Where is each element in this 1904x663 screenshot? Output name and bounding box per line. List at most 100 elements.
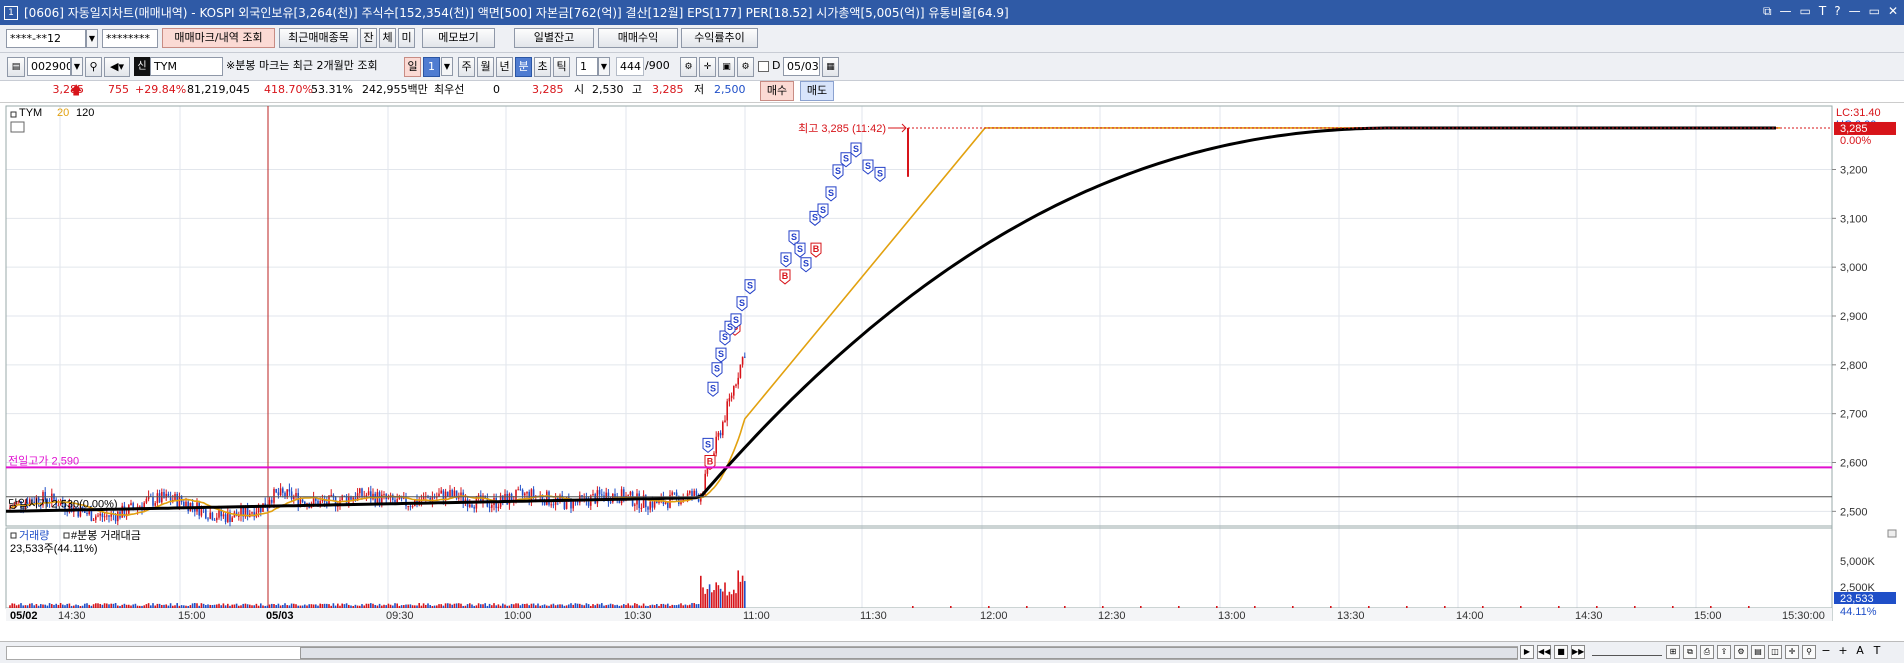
gear-icon[interactable]: ⚙ (737, 57, 754, 77)
candle (675, 492, 678, 496)
tab-unfilled[interactable]: 미 (398, 28, 415, 48)
stock-code-field[interactable]: 002900 (27, 57, 71, 76)
time-axis-label: 13:00 (1218, 610, 1246, 621)
price-chart[interactable]: TYM 20 120 BSSSSBSSSSSBSSSBSSSSSSSSS 전일고… (0, 104, 1904, 621)
volume-bar (79, 605, 82, 608)
export-icon[interactable]: ⇪ (1717, 645, 1731, 659)
print-icon[interactable]: ⎙ (1700, 645, 1714, 659)
stock-code-dropdown-icon[interactable]: ▼ (71, 57, 83, 76)
volume-bar (535, 605, 537, 608)
crosshair-icon[interactable]: ✛ (699, 57, 716, 77)
search-icon[interactable]: ⚲ (85, 57, 102, 77)
close-icon[interactable]: ✕ (1888, 4, 1898, 19)
volume-bar (216, 604, 218, 608)
minimize-icon[interactable]: — (1849, 4, 1861, 19)
crosshair-toggle-icon[interactable]: ✛ (1785, 645, 1799, 659)
period-count-dropdown-icon[interactable]: ▼ (441, 57, 453, 76)
stock-name-field[interactable]: TYM (150, 57, 223, 76)
date-field[interactable]: 05/03 (783, 57, 820, 76)
chart-settings-icon[interactable]: ⚙ (680, 57, 697, 77)
search-chart-icon[interactable]: ⚲ (1802, 645, 1816, 659)
window-icon[interactable]: ◫ (1768, 645, 1782, 659)
zoom-out-button[interactable]: − (1819, 645, 1833, 659)
volume-bar (317, 605, 319, 608)
restore-small-icon[interactable]: ⧉ (1763, 4, 1772, 19)
daily-balance-button[interactable]: 일별잔고 (514, 28, 594, 48)
candle (266, 507, 269, 509)
interval-field[interactable]: 1 (576, 57, 598, 76)
volume-bar (598, 604, 601, 608)
calendar-icon[interactable]: ▦ (822, 57, 839, 77)
minimize-small-icon[interactable]: — (1780, 4, 1792, 19)
chart-copy-icon[interactable]: ⧉ (1683, 645, 1697, 659)
period-year-button[interactable]: 년 (496, 57, 513, 77)
zoom-slider[interactable] (1592, 648, 1662, 656)
period-week-button[interactable]: 주 (458, 57, 475, 77)
view-trade-marks-button[interactable]: 매매마크/내역 조회 (162, 28, 275, 48)
volume-bar (411, 605, 414, 608)
period-month-button[interactable]: 월 (477, 57, 494, 77)
period-second-button[interactable]: 초 (534, 57, 551, 77)
account-toolbar: ****-**12 ▼ ******** 매매마크/내역 조회 최근매매종목 잔… (0, 25, 1904, 53)
candle (733, 385, 735, 396)
volume-bar (592, 604, 594, 608)
layout-icon[interactable]: ▤ (7, 57, 25, 77)
zoom-fit-icon[interactable]: ⊞ (1666, 645, 1680, 659)
recent-trades-button[interactable]: 최근매매종목 (279, 28, 358, 48)
volume-pane-collapse-icon[interactable] (1887, 529, 1897, 538)
password-field[interactable]: ******** (102, 29, 158, 48)
return-trend-button[interactable]: 수익률추이 (681, 28, 758, 48)
zoom-in-button[interactable]: + (1836, 645, 1850, 659)
turnover: 53.31% (311, 83, 353, 96)
volume-bar (249, 604, 251, 608)
volume-bar (645, 605, 647, 608)
help-icon[interactable]: ? (1834, 4, 1840, 19)
volume-readout: 23,533주(44.11%) (10, 543, 98, 555)
maximize-icon[interactable]: ▭ (1869, 4, 1880, 19)
candle (101, 513, 104, 517)
candle (88, 510, 90, 515)
d-checkbox[interactable] (758, 61, 769, 72)
candle (521, 489, 524, 496)
settings-icon[interactable]: ⚙ (1734, 645, 1748, 659)
data-count-field[interactable]: 444 (616, 57, 644, 76)
volume-bar (337, 603, 339, 608)
volume-bar (279, 605, 282, 608)
candle (587, 500, 590, 506)
sell-button[interactable]: 매도 (800, 81, 834, 101)
layout-toggle-icon[interactable]: ▤ (1751, 645, 1765, 659)
account-number-select[interactable]: ****-**12 (6, 29, 86, 48)
volume-bar (227, 603, 229, 608)
trade-profit-button[interactable]: 매매수익 (598, 28, 678, 48)
volume-bar (242, 603, 244, 608)
chart-table-icon[interactable] (10, 121, 25, 133)
candle (158, 493, 161, 503)
tab-balance[interactable]: 잔 (360, 28, 377, 48)
account-dropdown-icon[interactable]: ▼ (86, 29, 98, 48)
tab-fill[interactable]: 체 (379, 28, 396, 48)
candle (409, 506, 412, 508)
period-tick-button[interactable]: 틱 (553, 57, 570, 77)
period-minute-button[interactable]: 분 (515, 57, 532, 77)
save-icon[interactable]: ▣ (718, 57, 735, 77)
speaker-icon[interactable]: ◀▾ (104, 57, 130, 77)
scroll-right-icon[interactable]: ▶ (1520, 645, 1534, 659)
volume-bar (563, 605, 566, 608)
volume-bar (396, 603, 398, 608)
period-day-button[interactable]: 일 (404, 57, 421, 77)
volume-bar (561, 604, 563, 608)
stop-icon[interactable]: ■ (1554, 645, 1568, 659)
font-icon[interactable]: T (1819, 4, 1826, 19)
font-style-button[interactable]: T (1870, 645, 1884, 659)
volume-bar (183, 605, 185, 608)
period-count-field[interactable]: 1 (423, 57, 440, 77)
scroll-thumb[interactable] (300, 647, 1518, 659)
fast-forward-icon[interactable]: ▶▶ (1571, 645, 1585, 659)
memo-view-button[interactable]: 메모보기 (422, 28, 495, 48)
maximize-small-icon[interactable]: ▭ (1800, 4, 1811, 19)
buy-button[interactable]: 매수 (760, 81, 794, 101)
interval-dropdown-icon[interactable]: ▼ (598, 57, 610, 76)
step-back-icon[interactable]: ◀◀ (1537, 645, 1551, 659)
volume-bar (427, 603, 429, 608)
font-size-button[interactable]: A (1853, 645, 1867, 659)
